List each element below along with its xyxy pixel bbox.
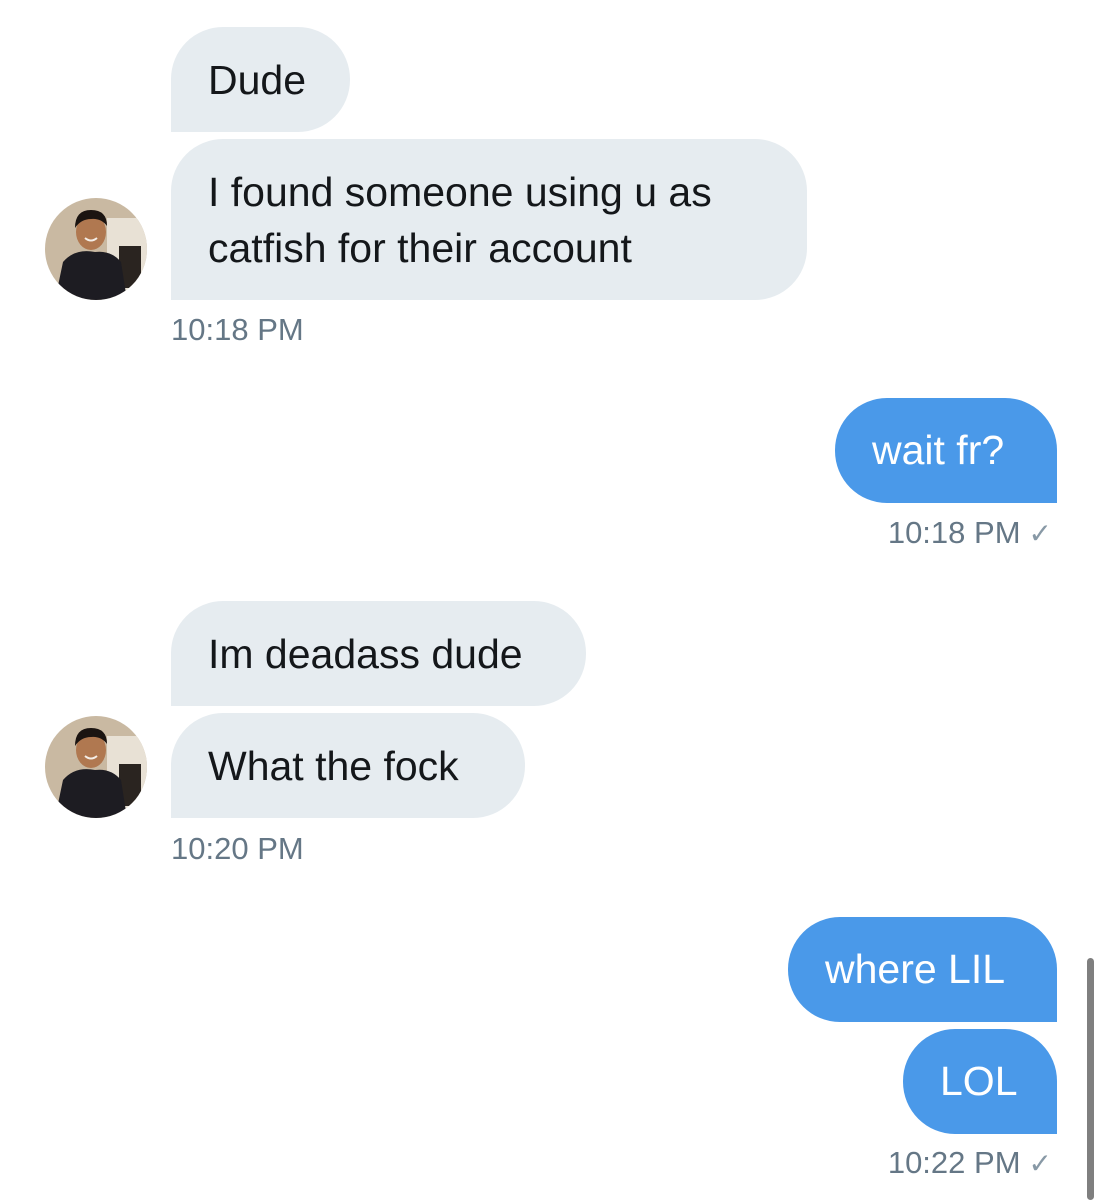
message-bubble-sent[interactable]: where LIL xyxy=(788,917,1057,1022)
message-bubble-received[interactable]: What the fock xyxy=(171,713,525,818)
read-receipt-check-icon: ✓ xyxy=(1028,1148,1052,1179)
timestamp: 10:20 PM xyxy=(171,831,304,866)
profile-photo-icon xyxy=(45,716,147,818)
message-bubble-received[interactable]: Im deadass dude xyxy=(171,601,586,706)
avatar[interactable] xyxy=(45,198,147,300)
message-bubble-received[interactable]: Dude xyxy=(171,27,350,132)
avatar[interactable] xyxy=(45,716,147,818)
message-bubble-sent[interactable]: LOL xyxy=(903,1029,1057,1134)
message-bubble-sent[interactable]: wait fr? xyxy=(835,398,1057,503)
read-receipt-check-icon: ✓ xyxy=(1028,518,1052,549)
timestamp-row: 10:22 PM ✓ xyxy=(888,1145,1052,1181)
timestamp: 10:18 PM xyxy=(171,312,304,347)
timestamp: 10:22 PM xyxy=(887,1145,1021,1180)
message-bubble-received[interactable]: I found someone using u as catfish for t… xyxy=(171,139,807,300)
scrollbar[interactable] xyxy=(1087,958,1094,1200)
timestamp: 10:18 PM xyxy=(887,515,1021,550)
profile-photo-icon xyxy=(45,198,147,300)
timestamp-row: 10:18 PM ✓ xyxy=(888,515,1052,551)
